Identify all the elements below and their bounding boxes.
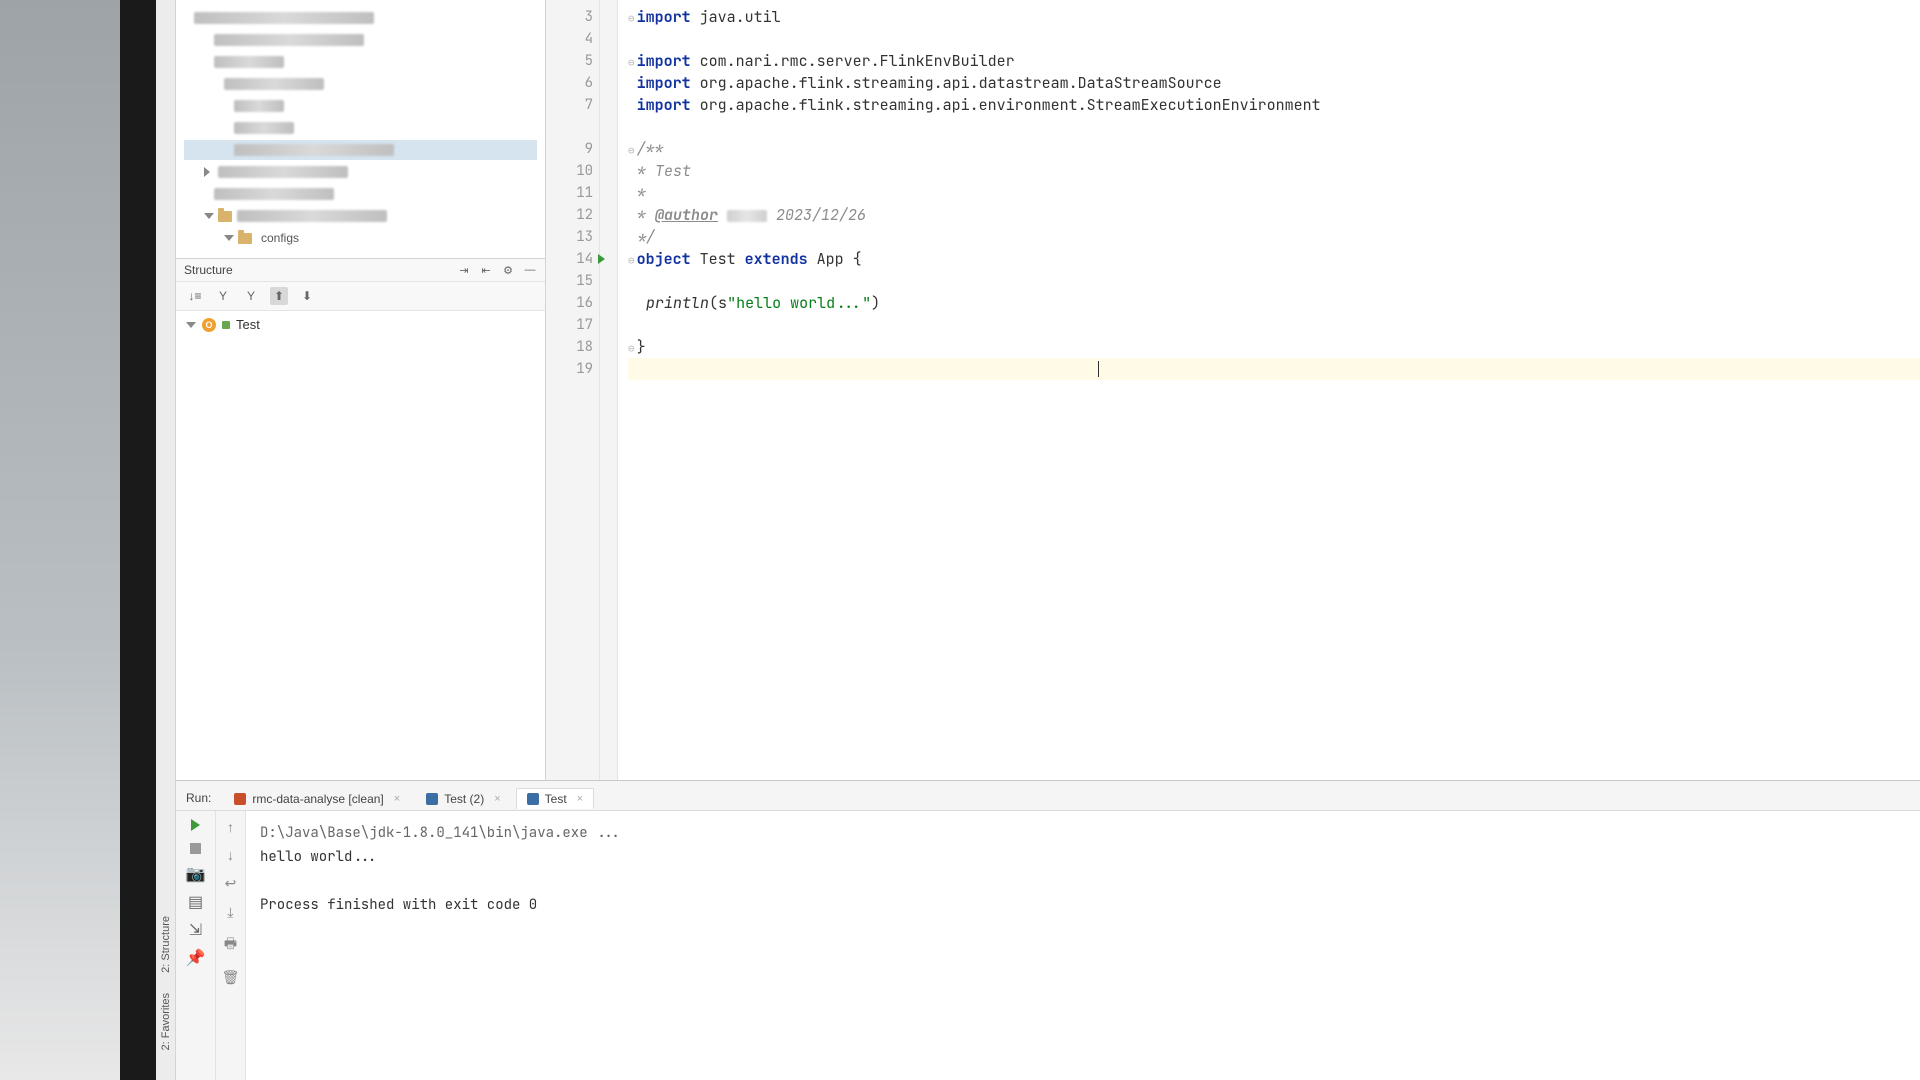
run-tab-maven[interactable]: rmc-data-analyse [clean] × [223, 788, 411, 809]
layout-icon[interactable]: ▤ [188, 894, 204, 910]
rerun-icon[interactable] [191, 819, 200, 831]
project-tree-configs-folder[interactable]: configs [261, 231, 299, 245]
soft-wrap-icon[interactable]: ↩ [225, 875, 237, 892]
project-tree[interactable]: configs [176, 0, 545, 259]
main-column: configs Structure ⇥ ⇤ ⚙ — ↓≡ Y Y ⬆ [176, 0, 1920, 1080]
camera-icon[interactable]: 📷 [188, 866, 204, 882]
scroll-to-end-icon[interactable]: ⤓ [227, 904, 233, 921]
scala-icon [527, 793, 539, 805]
gutter-run-icon[interactable] [598, 254, 605, 264]
structure-node-test[interactable]: O Test [186, 317, 535, 332]
left-tool-rail: 2: Structure 2: Favorites [156, 0, 176, 1080]
close-icon[interactable]: × [577, 793, 583, 805]
object-badge-icon: O [202, 318, 216, 332]
monitor-bezel [120, 0, 156, 1080]
run-toolbar-primary: 📷 ▤ ⇲ 📌 [176, 811, 216, 1080]
scala-icon [426, 793, 438, 805]
run-panel: Run: rmc-data-analyse [clean] × Test (2)… [176, 780, 1920, 1080]
console-exit-line: Process finished with exit code 0 [260, 893, 1906, 917]
pin-icon[interactable]: 📌 [188, 950, 204, 966]
structure-expand-icon[interactable]: ⇥ [457, 263, 471, 277]
structure-toolbar: ↓≡ Y Y ⬆ ⬇ [176, 282, 545, 311]
clear-icon[interactable]: 🗑 [222, 969, 240, 986]
run-tabs-bar: Run: rmc-data-analyse [clean] × Test (2)… [176, 781, 1920, 811]
close-icon[interactable]: × [394, 793, 400, 805]
structure-settings-icon[interactable]: ⚙ [501, 263, 515, 277]
down-arrow-icon[interactable]: ↓ [227, 847, 234, 863]
structure-panel-header: Structure ⇥ ⇤ ⚙ — [176, 259, 545, 282]
run-tab-test[interactable]: Test × [516, 788, 594, 809]
runnable-badge-icon [222, 321, 230, 329]
left-rail-structure-tab[interactable]: 2: Structure [158, 906, 174, 983]
run-label: Run: [186, 791, 211, 805]
close-icon[interactable]: × [494, 793, 500, 805]
console-output[interactable]: D:\Java\Base\jdk-1.8.0_141\bin\java.exe … [246, 811, 1920, 1080]
editor-caret [1098, 361, 1099, 377]
structure-filter1-icon[interactable]: Y [214, 287, 232, 305]
structure-title: Structure [184, 263, 233, 277]
structure-autoscroll-from-icon[interactable]: ⬇ [298, 287, 316, 305]
side-panel: configs Structure ⇥ ⇤ ⚙ — ↓≡ Y Y ⬆ [176, 0, 546, 780]
structure-tree[interactable]: O Test [176, 311, 545, 338]
up-arrow-icon[interactable]: ↑ [227, 819, 234, 835]
maven-icon [234, 793, 246, 805]
chevron-down-icon[interactable] [186, 322, 196, 328]
run-body: 📷 ▤ ⇲ 📌 ↑ ↓ ↩ ⤓ 🖶 🗑 D:\Java\Base\jdk-1.8… [176, 811, 1920, 1080]
redacted-author [727, 210, 767, 222]
editor-current-line [628, 358, 1920, 380]
editor-fold-gutter[interactable] [600, 0, 618, 780]
console-stdout-line: hello world... [260, 845, 1906, 869]
stop-icon[interactable] [190, 843, 201, 854]
editor-gutter[interactable]: 3 4 5 6 7 9 10 11 12 13 14 15 16 17 18 [546, 0, 600, 780]
structure-sort-icon[interactable]: ↓≡ [186, 287, 204, 305]
export-icon[interactable]: ⇲ [188, 922, 204, 938]
print-icon[interactable]: 🖶 [224, 933, 237, 957]
console-cmd-line: D:\Java\Base\jdk-1.8.0_141\bin\java.exe … [260, 821, 1906, 845]
editor-code-area[interactable]: ⊖import java.util ⊖import com.nari.rmc.s… [618, 0, 1920, 780]
run-tab-test2[interactable]: Test (2) × [415, 788, 511, 809]
structure-collapse-icon[interactable]: ⇤ [479, 263, 493, 277]
editor[interactable]: 3 4 5 6 7 9 10 11 12 13 14 15 16 17 18 [546, 0, 1920, 780]
upper-split: configs Structure ⇥ ⇤ ⚙ — ↓≡ Y Y ⬆ [176, 0, 1920, 780]
structure-node-label: Test [236, 317, 260, 332]
structure-hide-icon[interactable]: — [523, 263, 537, 277]
structure-filter2-icon[interactable]: Y [242, 287, 260, 305]
ide-window: 2: Structure 2: Favorites configs [156, 0, 1920, 1080]
run-toolbar-secondary: ↑ ↓ ↩ ⤓ 🖶 🗑 [216, 811, 246, 1080]
left-rail-favorites-tab[interactable]: 2: Favorites [158, 983, 174, 1060]
console-blank [260, 869, 1906, 893]
structure-autoscroll-icon[interactable]: ⬆ [270, 287, 288, 305]
